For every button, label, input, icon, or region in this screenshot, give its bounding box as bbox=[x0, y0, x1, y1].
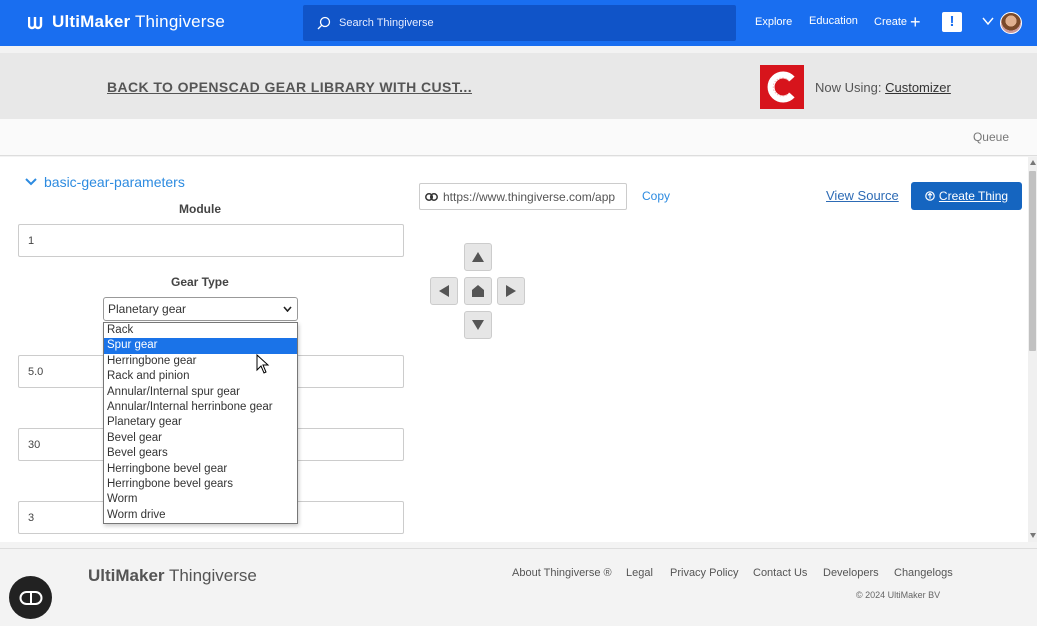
copy-button[interactable]: Copy bbox=[642, 189, 670, 203]
queue-link[interactable]: Queue bbox=[973, 130, 1009, 144]
module-label: Module bbox=[179, 202, 221, 216]
nav-education[interactable]: Education bbox=[809, 15, 858, 27]
nav-create[interactable]: Create bbox=[874, 16, 907, 28]
gear-type-dropdown-list: Rack Spur gear Herringbone gear Rack and pi… bbox=[103, 322, 298, 524]
view-source-link[interactable]: View Source bbox=[826, 188, 899, 203]
scroll-up-icon[interactable] bbox=[1030, 160, 1036, 165]
footer: UltiMaker Thingiverse About Thingiverse … bbox=[0, 548, 1037, 610]
notification-button[interactable]: ! bbox=[942, 12, 962, 32]
chevron-down-icon[interactable] bbox=[982, 16, 994, 26]
footer-link-developers[interactable]: Developers bbox=[823, 567, 879, 579]
footer-link-privacy[interactable]: Privacy Policy bbox=[670, 567, 738, 579]
view-home-button[interactable] bbox=[464, 277, 492, 305]
back-link[interactable]: BACK TO OPENSCAD GEAR LIBRARY WITH CUST.… bbox=[107, 79, 472, 95]
accessibility-button[interactable] bbox=[9, 576, 52, 619]
gear-type-select[interactable]: Planetary gear bbox=[103, 297, 298, 321]
upload-icon bbox=[925, 191, 935, 201]
home-icon bbox=[472, 285, 484, 297]
bottom-strip bbox=[0, 610, 1037, 626]
brand-rest: Thingiverse bbox=[130, 12, 226, 31]
scroll-thumb[interactable] bbox=[1029, 171, 1036, 351]
chevron-down-icon bbox=[25, 178, 37, 186]
dropdown-option[interactable]: Bevel gear bbox=[104, 431, 297, 446]
search-bar[interactable] bbox=[303, 5, 736, 41]
gear-type-label: Gear Type bbox=[171, 275, 229, 289]
customizer-link[interactable]: Customizer bbox=[885, 80, 951, 95]
share-url: https://www.thingiverse.com/app bbox=[443, 189, 616, 204]
queue-bar: Queue bbox=[0, 119, 1037, 156]
create-thing-label: Create Thing bbox=[938, 189, 1009, 203]
chevron-down-icon bbox=[283, 306, 292, 312]
footer-logo[interactable]: UltiMaker Thingiverse bbox=[88, 566, 257, 586]
section-toggle[interactable]: basic-gear-parameters bbox=[25, 174, 185, 190]
avatar[interactable] bbox=[1000, 12, 1022, 34]
module-input[interactable] bbox=[18, 224, 404, 257]
ultimaker-logo-icon bbox=[28, 17, 43, 30]
view-up-button[interactable] bbox=[464, 243, 492, 271]
footer-link-changelogs[interactable]: Changelogs bbox=[894, 567, 953, 579]
top-nav: UltiMaker Thingiverse Explore Education … bbox=[0, 0, 1037, 46]
dropdown-option[interactable]: Spur gear bbox=[104, 338, 297, 354]
footer-brand-rest: Thingiverse bbox=[164, 566, 257, 585]
customizer-logo-icon bbox=[760, 65, 804, 109]
dropdown-option[interactable]: Rack bbox=[104, 323, 297, 338]
footer-link-legal[interactable]: Legal bbox=[626, 567, 653, 579]
dropdown-option[interactable]: Herringbone bevel gear bbox=[104, 462, 297, 477]
dropdown-option[interactable]: Planetary gear bbox=[104, 415, 297, 430]
accessibility-icon bbox=[19, 590, 42, 605]
thing-header: BACK TO OPENSCAD GEAR LIBRARY WITH CUST.… bbox=[0, 53, 1037, 119]
dropdown-option[interactable]: Worm drive bbox=[104, 508, 297, 523]
dropdown-option[interactable]: Annular/Internal herrinbone gear bbox=[104, 400, 297, 415]
gear-type-selected: Planetary gear bbox=[108, 302, 187, 316]
search-input[interactable] bbox=[339, 17, 719, 29]
thingiverse-logo[interactable]: UltiMaker Thingiverse bbox=[28, 12, 225, 32]
section-title: basic-gear-parameters bbox=[44, 174, 185, 190]
footer-link-contact[interactable]: Contact Us bbox=[753, 567, 807, 579]
dropdown-option[interactable]: Bevel gears bbox=[104, 446, 297, 461]
view-right-button[interactable] bbox=[497, 277, 525, 305]
scrollbar[interactable] bbox=[1028, 157, 1037, 542]
view-left-button[interactable] bbox=[430, 277, 458, 305]
dropdown-option[interactable]: Herringbone bevel gears bbox=[104, 477, 297, 492]
plus-icon[interactable]: + bbox=[910, 13, 921, 31]
now-using-label: Now Using: bbox=[815, 80, 882, 95]
now-using-text: Now Using: Customizer bbox=[815, 80, 951, 95]
view-down-button[interactable] bbox=[464, 311, 492, 339]
scroll-down-icon[interactable] bbox=[1030, 533, 1036, 538]
footer-brand-bold: UltiMaker bbox=[88, 566, 165, 585]
dropdown-option[interactable]: Worm bbox=[104, 492, 297, 507]
copyright: © 2024 UltiMaker BV bbox=[856, 590, 941, 600]
nav-explore[interactable]: Explore bbox=[755, 16, 792, 28]
search-icon bbox=[317, 16, 331, 30]
brand-bold: UltiMaker bbox=[52, 12, 131, 31]
dropdown-option[interactable]: Annular/Internal spur gear bbox=[104, 385, 297, 400]
share-url-field[interactable]: https://www.thingiverse.com/app bbox=[419, 183, 627, 210]
link-icon bbox=[425, 192, 438, 201]
mouse-cursor-icon bbox=[256, 354, 270, 374]
arrow-down-icon bbox=[472, 320, 484, 330]
arrow-right-icon bbox=[506, 285, 516, 297]
create-thing-button[interactable]: Create Thing bbox=[911, 182, 1022, 210]
arrow-up-icon bbox=[472, 252, 484, 262]
footer-link-about[interactable]: About Thingiverse ® bbox=[512, 567, 612, 579]
arrow-left-icon bbox=[439, 285, 449, 297]
